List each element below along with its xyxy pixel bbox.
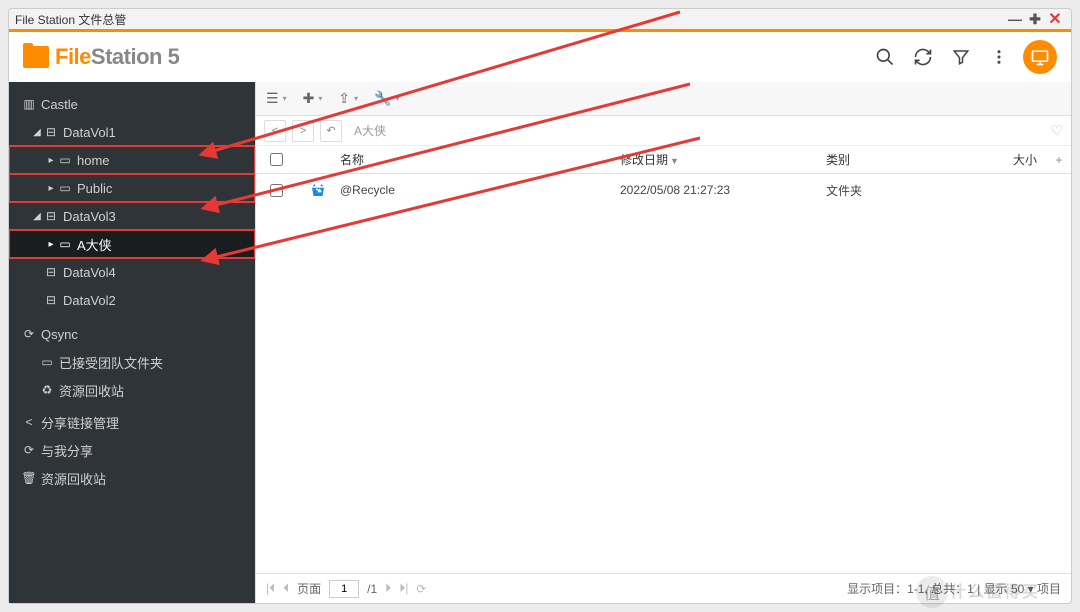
table-body: @Recycle 2022/05/08 21:27:23 文件夹 (256, 174, 1071, 573)
forward-button[interactable]: > (292, 120, 314, 142)
reload-button[interactable]: ⟳ (416, 582, 426, 596)
add-column-button[interactable]: + (1047, 153, 1071, 167)
tree-node-datavol3[interactable]: ◢⊟DataVol3 (9, 202, 255, 230)
file-name: @Recycle (340, 183, 620, 197)
last-page-button[interactable]: ⏵| (399, 581, 408, 596)
select-all-checkbox[interactable] (270, 153, 283, 166)
titlebar: File Station 文件总管 — ✚ ✕ (9, 9, 1071, 29)
column-size[interactable]: 大小 (986, 151, 1047, 168)
search-icon[interactable] (871, 43, 899, 71)
sync-icon: ⟳ (21, 443, 37, 457)
tree-node-datavol4[interactable]: ⊟DataVol4 (9, 258, 255, 286)
file-date: 2022/05/08 21:27:23 (620, 183, 826, 197)
window-title: File Station 文件总管 (15, 11, 126, 28)
first-page-button[interactable]: |⏴ (266, 581, 275, 596)
tree-node-datavol1[interactable]: ◢⊟DataVol1 (9, 118, 255, 146)
share-icon: < (21, 415, 37, 429)
column-name[interactable]: 名称 (340, 151, 620, 168)
sidebar: ▥Castle ◢⊟DataVol1 ▸▭home ▸▭Public ◢⊟Dat… (9, 82, 255, 603)
trash-icon: 🗑 (21, 471, 37, 485)
app-header: FileStation 5 (9, 32, 1071, 82)
collapse-icon[interactable]: ◢ (31, 211, 43, 222)
statusbar: |⏴ ⏴ 页面 /1 ⏵ ⏵| ⟳ 显示项目：1-1, 总共：1 | 显示 50… (256, 573, 1071, 603)
breadcrumb-path: A大侠 (354, 122, 386, 139)
disk-icon: ⊟ (43, 209, 59, 223)
collapse-icon[interactable]: ◢ (31, 127, 43, 138)
expand-icon[interactable]: ▸ (45, 183, 57, 194)
refresh-icon[interactable] (909, 43, 937, 71)
folder-icon: ▭ (57, 153, 73, 167)
folder-icon (23, 46, 49, 68)
tree-node-recycle-bin[interactable]: 🗑资源回收站 (9, 464, 255, 492)
tree-node-share-mgmt[interactable]: <分享链接管理 (9, 408, 255, 436)
upload-button[interactable]: ⇪▾ (338, 90, 358, 107)
disk-icon: ⊟ (43, 265, 59, 279)
server-icon: ▥ (21, 97, 37, 111)
app-logo: FileStation 5 (23, 44, 179, 70)
tree-node-qsync[interactable]: ⟳Qsync (9, 320, 255, 348)
file-row[interactable]: @Recycle 2022/05/08 21:27:23 文件夹 (256, 174, 1071, 206)
table-header: 名称 修改日期▼ 类别 大小 + (256, 146, 1071, 174)
tree-node-shared-with-me[interactable]: ⟳与我分享 (9, 436, 255, 464)
breadcrumb-bar: < > ↶ A大侠 ♡ (256, 116, 1071, 146)
recycle-icon (296, 181, 340, 199)
disk-icon: ⊟ (43, 125, 59, 139)
recycle-icon: ♻ (39, 383, 55, 397)
toolbar: ☰▾ ✚▾ ⇪▾ 🔧▾ (256, 82, 1071, 116)
folder-icon: ▭ (57, 237, 73, 251)
more-icon[interactable] (985, 43, 1013, 71)
tree-node-team-folder[interactable]: ▭已接受团队文件夹 (9, 348, 255, 376)
expand-icon[interactable]: ▸ (45, 239, 57, 250)
page-input[interactable] (329, 580, 359, 598)
remote-icon[interactable] (1023, 40, 1057, 74)
row-checkbox[interactable] (270, 184, 283, 197)
column-type[interactable]: 类别 (826, 151, 986, 168)
view-mode-button[interactable]: ☰▾ (266, 90, 287, 107)
app-title: FileStation 5 (55, 44, 179, 70)
page-total: /1 (367, 582, 377, 596)
minimize-button[interactable]: — (1005, 11, 1025, 27)
favorite-icon[interactable]: ♡ (1050, 122, 1063, 139)
close-button[interactable]: ✕ (1045, 9, 1065, 29)
file-type: 文件夹 (826, 182, 986, 199)
expand-icon[interactable]: ▸ (45, 155, 57, 166)
up-button[interactable]: ↶ (320, 120, 342, 142)
maximize-button[interactable]: ✚ (1025, 11, 1045, 28)
disk-icon: ⊟ (43, 293, 59, 307)
tree-node-public[interactable]: ▸▭Public (9, 174, 255, 202)
tree-node-castle[interactable]: ▥Castle (9, 90, 255, 118)
folder-icon: ▭ (57, 181, 73, 195)
display-status: 显示项目：1-1, 总共：1 | 显示 50 ▾ 项目 (847, 580, 1061, 597)
page-label: 页面 (297, 580, 321, 597)
column-date[interactable]: 修改日期▼ (620, 151, 826, 168)
main-panel: ☰▾ ✚▾ ⇪▾ 🔧▾ < > ↶ A大侠 ♡ 名称 修改日期▼ 类别 大小 (255, 82, 1071, 603)
sort-desc-icon: ▼ (670, 156, 679, 166)
back-button[interactable]: < (264, 120, 286, 142)
folder-icon: ▭ (39, 355, 55, 369)
tools-button[interactable]: 🔧▾ (374, 90, 399, 107)
tree-node-qsync-recycle[interactable]: ♻资源回收站 (9, 376, 255, 404)
filter-icon[interactable] (947, 43, 975, 71)
tree-node-adaxia[interactable]: ▸▭A大侠 (9, 230, 255, 258)
next-page-button[interactable]: ⏵ (385, 581, 391, 596)
new-folder-button[interactable]: ✚▾ (303, 90, 323, 107)
tree-node-home[interactable]: ▸▭home (9, 146, 255, 174)
sync-icon: ⟳ (21, 327, 37, 341)
tree-node-datavol2[interactable]: ⊟DataVol2 (9, 286, 255, 314)
prev-page-button[interactable]: ⏴ (283, 581, 289, 596)
